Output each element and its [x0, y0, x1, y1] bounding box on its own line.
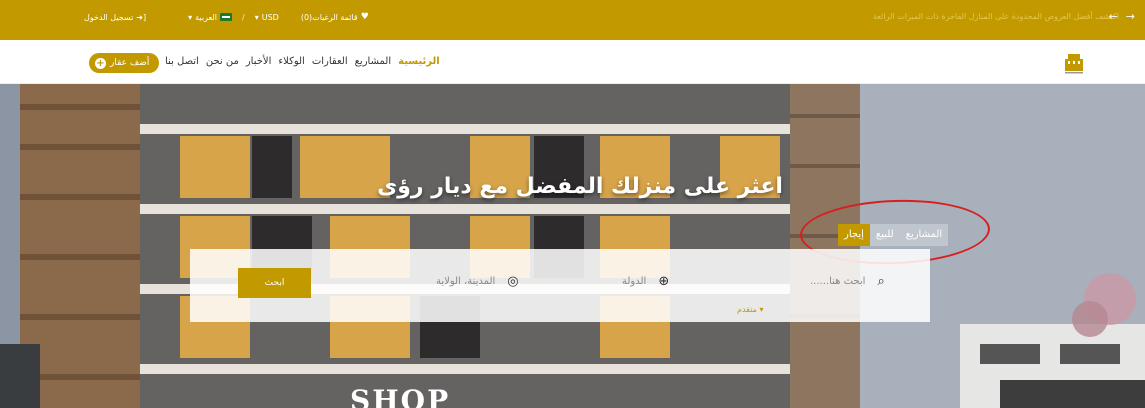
country-field[interactable]: ⊕ الدولة [622, 274, 669, 289]
sign-in-icon: ➜] [136, 12, 147, 22]
heart-icon: ♥ [360, 12, 369, 22]
plus-circle-icon: + [95, 57, 106, 69]
keyword-placeholder: ابحث هنا...... [810, 276, 866, 287]
main-nav: + أضف عقار الرئيسية المشاريع العقارات ال… [0, 40, 1145, 84]
search-panel: ابحث ◎ المدينة، الولاية ⊕ الدولة ⌕ ابحث … [190, 249, 930, 322]
language-select[interactable]: ▾ العربية [188, 12, 233, 22]
login-label: تسجيل الدخول [84, 12, 134, 22]
country-placeholder: الدولة [622, 276, 647, 287]
add-property-label: أضف عقار [110, 58, 150, 68]
shop-sign: SHOP [350, 384, 451, 408]
nav-item-news[interactable]: الأخبار [246, 56, 272, 67]
wishlist-link[interactable]: قائمة الرغبات(0) ♥ [301, 12, 369, 22]
login-link[interactable]: تسجيل الدخول ➜] [84, 13, 146, 22]
topbar-links: تسجيل الدخول ➜] ▾ العربية / ▾ USD قائمة … [84, 12, 369, 22]
advanced-search-toggle[interactable]: متقدم ▾ [737, 305, 763, 314]
nav-item-home[interactable]: الرئيسية [398, 56, 440, 67]
logo[interactable] [1062, 51, 1086, 75]
language-label: العربية [195, 12, 218, 22]
nav-item-projects[interactable]: المشاريع [355, 56, 392, 67]
announcement-ticker: اكتشف أفضل العروض المحدودة على المنازل ا… [873, 12, 1119, 21]
chevron-down-icon: ▾ [254, 12, 259, 22]
flag-icon [220, 13, 233, 21]
nav-item-agents[interactable]: الوكلاء [278, 56, 304, 67]
nav-item-about[interactable]: من نحن [206, 56, 239, 67]
search-icon: ⌕ [877, 274, 885, 289]
add-property-button[interactable]: + أضف عقار [89, 53, 160, 73]
currency-label: USD [261, 12, 279, 22]
location-target-icon: ◎ [507, 274, 519, 289]
search-button[interactable]: ابحث [238, 268, 311, 298]
arrow-left-icon[interactable]: ← [1109, 10, 1118, 23]
city-field[interactable]: ◎ المدينة، الولاية [436, 274, 519, 289]
city-placeholder: المدينة، الولاية [436, 276, 496, 287]
hero-title: اعثر على منزلك المفضل مع ديار رؤى [377, 174, 783, 199]
arrow-right-icon[interactable]: → [1126, 10, 1135, 23]
wishlist-label: قائمة الرغبات(0) [300, 12, 358, 22]
globe-icon: ⊕ [658, 274, 670, 289]
chevron-down-icon: ▾ [188, 12, 193, 22]
hero-banner: اعثر على منزلك المفضل مع ديار رؤى المشار… [0, 84, 1145, 408]
topbar-separator: / [242, 12, 245, 22]
currency-select[interactable]: ▾ USD [255, 13, 279, 22]
top-bar: تسجيل الدخول ➜] ▾ العربية / ▾ USD قائمة … [0, 0, 1145, 40]
keyword-field[interactable]: ⌕ ابحث هنا...... [810, 274, 885, 289]
nav-item-properties[interactable]: العقارات [312, 56, 348, 67]
nav-menu: الرئيسية المشاريع العقارات الوكلاء الأخب… [165, 56, 440, 67]
nav-item-contact[interactable]: اتصل بنا [165, 56, 199, 67]
ticker-controls: ← → [1109, 10, 1135, 23]
